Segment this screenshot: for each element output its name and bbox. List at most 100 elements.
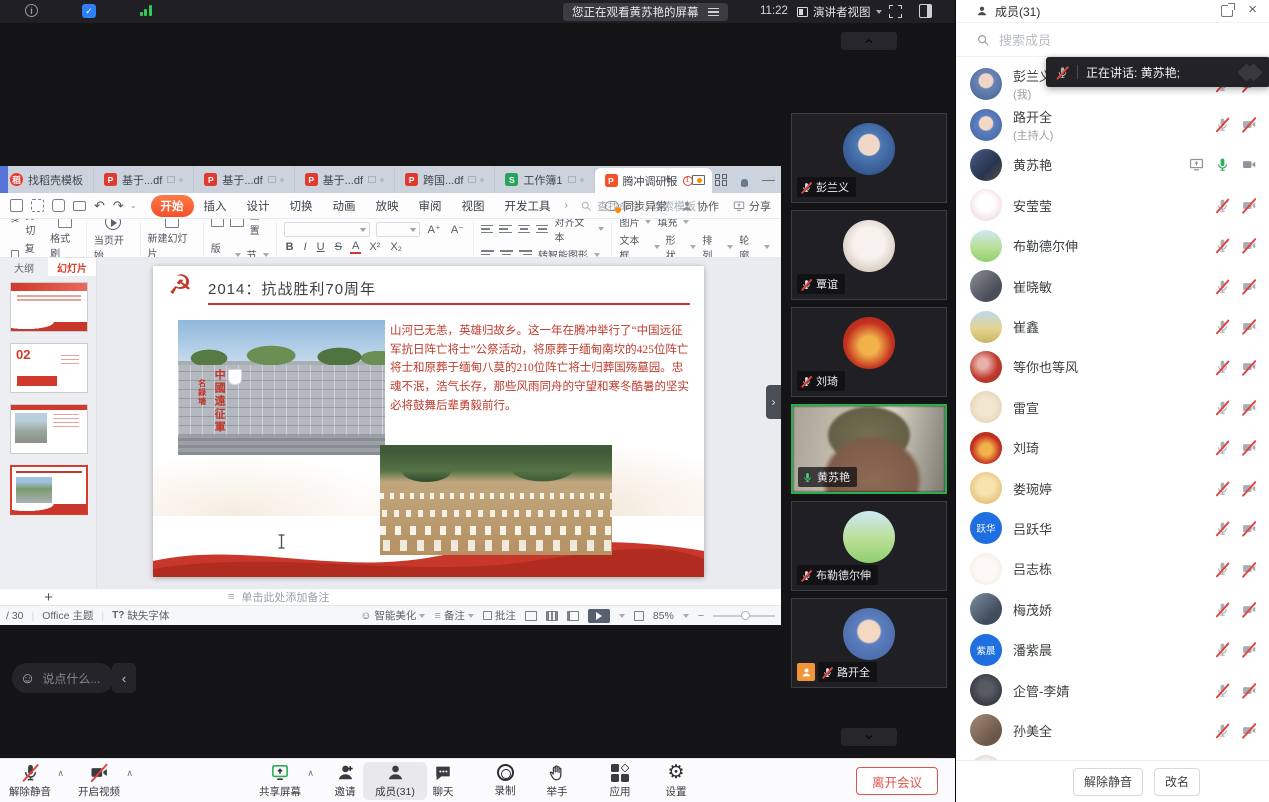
member-row[interactable]: 布勒德尔伸 <box>956 226 1269 266</box>
cut-button[interactable]: ✂剪切 <box>11 219 44 237</box>
new-slide-button[interactable]: 新建幻灯片 <box>148 219 196 258</box>
member-row[interactable]: 企管-李婧 <box>956 670 1269 710</box>
wps-document-tab[interactable]: P 基于...df <box>194 166 294 193</box>
open-file-icon[interactable] <box>31 199 44 212</box>
comments-button[interactable]: 批注 <box>483 608 516 623</box>
camera-off-icon[interactable] <box>1241 561 1257 576</box>
mic-muted-icon[interactable] <box>1215 642 1230 657</box>
redo-icon[interactable]: ↷ <box>113 198 124 214</box>
wps-document-tab[interactable]: P 跨国...df <box>395 166 495 193</box>
zoom-out-button[interactable]: − <box>698 610 704 622</box>
member-row[interactable]: 覃谊 <box>956 751 1269 760</box>
camera-off-icon[interactable] <box>1241 117 1257 132</box>
slide-thumbnail[interactable]: 02 <box>10 343 88 393</box>
camera-on-icon[interactable] <box>1241 157 1257 172</box>
camera-off-icon[interactable] <box>1241 238 1257 253</box>
member-row[interactable]: 黄苏艳 <box>956 145 1269 185</box>
video-thumbnail[interactable]: 覃谊 <box>791 210 947 300</box>
picture-button[interactable]: 图片 <box>619 219 639 229</box>
member-row[interactable]: 等你也等风 <box>956 347 1269 387</box>
mic-muted-icon[interactable] <box>1215 602 1230 617</box>
mic-muted-icon[interactable] <box>1215 359 1230 374</box>
copy-button[interactable]: 复制 <box>11 240 44 259</box>
arrange-button[interactable]: 排列 <box>702 232 721 258</box>
camera-off-icon[interactable] <box>1241 521 1257 536</box>
menu-tab[interactable]: 动画 <box>323 195 366 217</box>
outline-tab[interactable]: 大纲 <box>0 258 48 276</box>
rename-button[interactable]: 改名 <box>1154 768 1200 796</box>
sorter-view-button[interactable] <box>546 611 558 621</box>
camera-off-icon[interactable] <box>1241 683 1257 698</box>
numbered-list-icon[interactable] <box>499 223 511 235</box>
bold-button[interactable]: B <box>284 241 296 253</box>
new-file-icon[interactable] <box>10 199 23 212</box>
mic-muted-icon[interactable] <box>1215 198 1230 213</box>
account-avatar[interactable] <box>737 172 752 187</box>
camera-off-icon[interactable] <box>1241 319 1257 334</box>
collaborate-button[interactable]: 协作 <box>681 198 719 214</box>
wps-document-tab[interactable]: 稻 找稻壳模板 <box>0 166 94 193</box>
subscript-button[interactable]: X₂ <box>388 241 404 253</box>
member-row[interactable]: 紫晨 潘紫晨 <box>956 629 1269 669</box>
menu-tab[interactable]: 开始 <box>151 195 194 217</box>
network-quality-icon[interactable] <box>138 4 153 16</box>
mic-muted-icon[interactable] <box>1215 440 1230 455</box>
apps-button[interactable]: 应用 <box>592 762 648 800</box>
mic-muted-icon[interactable] <box>1215 521 1230 536</box>
mic-muted-icon[interactable] <box>1215 400 1230 415</box>
video-thumbnail[interactable]: 黄苏艳 <box>791 404 947 494</box>
camera-off-icon[interactable] <box>1241 359 1257 374</box>
align-right-icon[interactable] <box>519 248 532 258</box>
video-thumbnail[interactable]: 刘琦 <box>791 307 947 397</box>
wps-document-tab[interactable]: P 基于...df <box>295 166 395 193</box>
camera-off-icon[interactable] <box>1241 400 1257 415</box>
menu-tab[interactable]: 审阅 <box>409 195 452 217</box>
member-row[interactable]: 娄琬婷 <box>956 468 1269 508</box>
mic-muted-icon[interactable] <box>1215 117 1230 132</box>
zoom-slider-knob[interactable] <box>741 611 750 620</box>
toggle-sidebar-icon[interactable] <box>919 4 932 18</box>
member-row[interactable]: 安莹莹 <box>956 185 1269 225</box>
strip-scroll-down-button[interactable] <box>841 728 897 746</box>
reading-view-button[interactable] <box>567 611 579 621</box>
notes-toggle-button[interactable]: ≡备注 <box>434 608 473 623</box>
theme-name[interactable]: Office 主题 <box>42 608 93 623</box>
present-mode-icon[interactable] <box>692 175 705 185</box>
menu-tab[interactable]: 开发工具 <box>495 195 561 217</box>
member-row[interactable]: 崔晓敏 <box>956 266 1269 306</box>
font-decrease-button[interactable]: A⁻ <box>449 223 466 236</box>
layout-button[interactable]: 版式 <box>211 240 229 259</box>
camera-off-icon[interactable] <box>1241 440 1257 455</box>
smart-beautify-button[interactable]: ☺智能美化 <box>360 608 425 623</box>
record-button[interactable]: 录制 <box>477 762 533 800</box>
indent-decrease-icon[interactable] <box>518 223 530 235</box>
share-options-caret[interactable]: ∧ <box>307 768 314 779</box>
close-panel-icon[interactable]: × <box>1248 1 1257 18</box>
member-search-input[interactable]: 搜索成员 <box>956 23 1269 57</box>
view-mode-dropdown[interactable]: 演讲者视图 <box>797 3 882 21</box>
start-video-button[interactable]: 开启视频∧ <box>71 762 127 800</box>
camera-off-icon[interactable] <box>1241 642 1257 657</box>
mic-muted-icon[interactable] <box>1215 238 1230 253</box>
raise-hand-button[interactable]: 举手 <box>529 762 585 800</box>
video-thumbnail[interactable]: 布勒德尔伸 <box>791 501 947 591</box>
member-row[interactable]: 刘琦 <box>956 428 1269 468</box>
banner-menu-icon[interactable] <box>708 6 719 19</box>
strikethrough-button[interactable]: S <box>333 241 344 253</box>
format-painter-button[interactable]: 格式刷 <box>50 219 79 258</box>
member-row[interactable]: 梅茂娇 <box>956 589 1269 629</box>
camera-off-icon[interactable] <box>1241 602 1257 617</box>
chat-collapse-button[interactable]: ‹ <box>112 663 136 693</box>
underline-button[interactable]: U <box>315 241 327 253</box>
camera-off-icon[interactable] <box>1241 198 1257 213</box>
member-row[interactable]: 孙美全 <box>956 710 1269 750</box>
font-size-select[interactable] <box>376 222 420 237</box>
italic-button[interactable]: I <box>302 241 309 253</box>
mic-muted-icon[interactable] <box>1215 683 1230 698</box>
video-options-caret[interactable]: ∧ <box>126 768 133 779</box>
share-button[interactable]: 分享 <box>733 198 771 214</box>
menu-tab[interactable]: 放映 <box>366 195 409 217</box>
menu-tab[interactable]: 插入 <box>194 195 237 217</box>
zoom-level[interactable]: 85% <box>653 610 674 622</box>
fill-button[interactable]: 填充 <box>657 219 677 229</box>
